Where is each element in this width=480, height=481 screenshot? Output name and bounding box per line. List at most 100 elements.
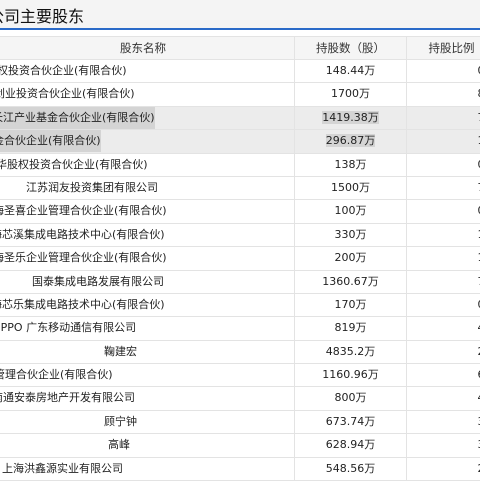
shareholder-name: 鞠建宏 <box>104 341 137 363</box>
share-count: 628.94万 <box>326 438 376 451</box>
table-row: 高峰 628.94万 3.33 <box>0 434 480 457</box>
share-count: 673.74万 <box>326 415 376 428</box>
share-count: 1700万 <box>331 87 370 100</box>
share-count-cell: 1160.96万 <box>294 364 406 386</box>
shareholders-table: 股东名称 持股数（股） 持股比例 中山市聚荣聚股权投资合伙企业(有限合伙) 148… <box>0 36 480 481</box>
shareholder-name: 江苏润友投资集团有限公司 <box>26 177 158 199</box>
shareholder-name-cell: 宁波梅山保税港区兆杰投资管理合伙企业(有限合伙) <box>0 364 294 386</box>
shareholder-name-cell: 高峰 <box>0 434 294 456</box>
table-row: 深圳市元禾璞华股权投资合伙企业(有限合伙) 138万 0.73 <box>0 154 480 177</box>
shareholder-name-cell: 湖北小米长江产业基金智能科技股权投资基金合伙企业(有限合伙) <box>0 130 294 152</box>
shareholder-name: 上海芯乐集成电路技术中心(有限合伙) <box>0 294 165 316</box>
shareholder-name: OPPO 广东移动通信有限公司 <box>0 317 136 339</box>
share-ratio-cell: 1.74 <box>406 224 480 246</box>
table-row: 小米长江产业基金合伙企业(有限合伙)1419.38万7.50 <box>0 107 480 130</box>
table-row: 上海洪鑫源实业有限公司548.56万2.90 <box>0 458 480 481</box>
share-count-cell: 170万 <box>294 294 406 316</box>
table-row: 顾宁钟 673.74万 3.56 <box>0 411 480 434</box>
share-ratio-cell: 8.99 <box>406 83 480 105</box>
shareholder-name: 上海圣乐企业管理合伙企业(有限合伙) <box>0 247 167 269</box>
shareholder-name: 上海芯溪集成电路技术中心(有限合伙) <box>0 224 165 246</box>
share-count: 200万 <box>335 251 367 264</box>
share-count-cell: 800万 <box>294 387 406 409</box>
shareholder-name: 上海洪鑫源实业有限公司 <box>2 458 123 480</box>
shareholder-name-cell: 上海芯溪集成电路技术中心(有限合伙) <box>0 224 294 246</box>
header-share-ratio: 持股比例 <box>406 37 480 59</box>
table-row: 国泰集成电路发展有限公司 1360.67万 7.19 <box>0 271 480 294</box>
share-ratio-cell: 4.33 <box>406 317 480 339</box>
share-ratio-cell: 0.73 <box>406 154 480 176</box>
header-shareholder-name: 股东名称 <box>0 37 294 59</box>
shareholder-name: 宁波梅山保税港区兆杰投资管理合伙企业(有限合伙) <box>0 364 113 386</box>
share-count: 1160.96万 <box>322 368 379 381</box>
share-count: 148.44万 <box>326 64 376 77</box>
share-count: 1360.67万 <box>322 275 379 288</box>
share-count-cell: 296.87万 <box>294 130 406 152</box>
table-row: 上海圣乐企业管理合伙企业(有限合伙) 200万 1.06 <box>0 247 480 270</box>
share-count: 819万 <box>335 321 367 334</box>
share-ratio-cell: 3.33 <box>406 434 480 456</box>
shareholder-name-cell: 国泰集成电路发展有限公司 <box>0 271 294 293</box>
header-share-count: 持股数（股） <box>294 37 406 59</box>
table-row: 上海圣喜企业管理合伙企业(有限合伙) 100万 0.53 <box>0 200 480 223</box>
shareholder-name-cell: 上海圣乐企业管理合伙企业(有限合伙) <box>0 247 294 269</box>
share-count-cell: 138万 <box>294 154 406 176</box>
table-header-row: 股东名称 持股数（股） 持股比例 <box>0 36 480 60</box>
share-ratio-cell: 7.93 <box>406 177 480 199</box>
shareholder-name: 深圳市元禾璞华股权投资合伙企业(有限合伙) <box>0 154 148 176</box>
shareholder-name: 南通安泰房地产开发有限公司 <box>0 387 135 409</box>
table-row: OPPO 广东移动通信有限公司 819万 4.33 <box>0 317 480 340</box>
share-ratio-cell: 7.19 <box>406 271 480 293</box>
shareholder-name-cell: 顾宁钟 <box>0 411 294 433</box>
share-count-cell: 1700万 <box>294 83 406 105</box>
table-row: 宁波梅山保税港区兆杰投资管理合伙企业(有限合伙)1160.96万6.14 <box>0 364 480 387</box>
section-title: 公司主要股东 <box>0 3 84 27</box>
table-row: 鞠建宏4835.2万25.5 <box>0 341 480 364</box>
table-row: 南通安泰房地产开发有限公司 800万4.23 <box>0 387 480 410</box>
share-ratio-cell: 0.53 <box>406 200 480 222</box>
share-count-cell: 1419.38万 <box>294 107 406 129</box>
table-row: 上海沃燕创业投资合伙企业(有限合伙) 1700万 8.99 <box>0 83 480 106</box>
table-row: 江苏润友投资集团有限公司 1500万 7.93 <box>0 177 480 200</box>
share-ratio-cell: 3.56 <box>406 411 480 433</box>
shareholder-name: 国泰集成电路发展有限公司 <box>32 271 164 293</box>
share-count: 138万 <box>335 158 367 171</box>
share-count-cell: 548.56万 <box>294 458 406 480</box>
share-ratio-cell: 25.5 <box>406 341 480 363</box>
shareholder-name: 上海圣喜企业管理合伙企业(有限合伙) <box>0 200 167 222</box>
share-count-cell: 330万 <box>294 224 406 246</box>
share-ratio-cell: 0.78 <box>406 60 480 82</box>
share-count-cell: 673.74万 <box>294 411 406 433</box>
share-ratio-cell: 1.57 <box>406 130 480 152</box>
share-count: 100万 <box>335 204 367 217</box>
share-count-cell: 148.44万 <box>294 60 406 82</box>
shareholder-name-cell: 上海沃燕创业投资合伙企业(有限合伙) <box>0 83 294 105</box>
table-row: 中山市聚荣聚股权投资合伙企业(有限合伙) 148.44万 0.78 <box>0 60 480 83</box>
table-row: 上海芯乐集成电路技术中心(有限合伙) 170万0.90 <box>0 294 480 317</box>
share-count-cell: 628.94万 <box>294 434 406 456</box>
shareholder-name-cell: 江苏润友投资集团有限公司 <box>0 177 294 199</box>
shareholder-name: 中山市聚荣聚股权投资合伙企业(有限合伙) <box>0 60 127 82</box>
shareholder-name: 小米长江产业基金合伙企业(有限合伙) <box>0 107 155 129</box>
share-ratio-cell: 0.90 <box>406 294 480 316</box>
table-row: 上海芯溪集成电路技术中心(有限合伙) 330万1.74 <box>0 224 480 247</box>
share-count-cell: 100万 <box>294 200 406 222</box>
share-ratio-cell: 1.06 <box>406 247 480 269</box>
table-row: 湖北小米长江产业基金智能科技股权投资基金合伙企业(有限合伙)296.87万1.5… <box>0 130 480 153</box>
share-count-cell: 200万 <box>294 247 406 269</box>
shareholder-name-cell: 小米长江产业基金合伙企业(有限合伙) <box>0 107 294 129</box>
share-count: 1500万 <box>331 181 370 194</box>
shareholder-name: 顾宁钟 <box>104 411 137 433</box>
shareholder-name-cell: 上海洪鑫源实业有限公司 <box>0 458 294 480</box>
shareholder-name-cell: 南通安泰房地产开发有限公司 <box>0 387 294 409</box>
share-count-cell: 1360.67万 <box>294 271 406 293</box>
shareholder-name: 高峰 <box>108 434 130 456</box>
shareholder-name-cell: 深圳市元禾璞华股权投资合伙企业(有限合伙) <box>0 154 294 176</box>
shareholder-name-cell: 上海圣喜企业管理合伙企业(有限合伙) <box>0 200 294 222</box>
shareholder-name-cell: 上海芯乐集成电路技术中心(有限合伙) <box>0 294 294 316</box>
share-count: 548.56万 <box>326 462 376 475</box>
share-ratio-cell: 4.23 <box>406 387 480 409</box>
shareholder-name-cell: OPPO 广东移动通信有限公司 <box>0 317 294 339</box>
shareholder-name: 上海沃燕创业投资合伙企业(有限合伙) <box>0 83 135 105</box>
shareholder-name-cell: 中山市聚荣聚股权投资合伙企业(有限合伙) <box>0 60 294 82</box>
